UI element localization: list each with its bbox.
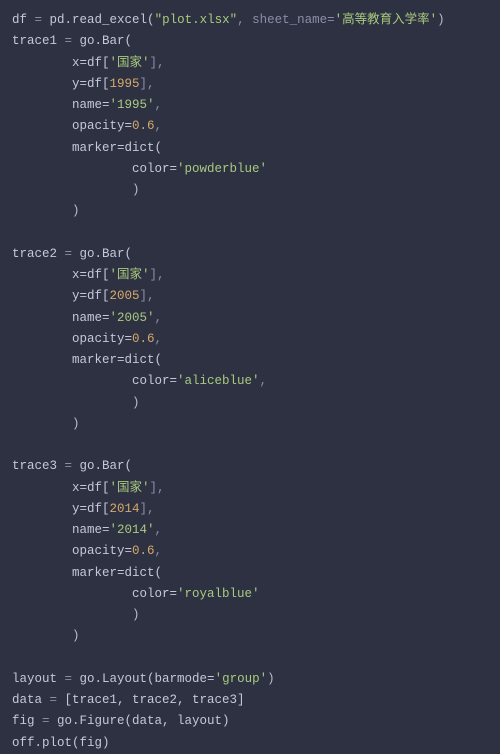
code-line: ) [12, 183, 140, 197]
code-line: ) [12, 608, 140, 622]
code-line: y=df[2014], [12, 502, 155, 516]
code-line: color='royalblue' [12, 587, 260, 601]
code-block: df = pd.read_excel("plot.xlsx", sheet_na… [12, 10, 488, 754]
code-line: marker=dict( [12, 141, 162, 155]
code-line: ) [12, 396, 140, 410]
code-line: x=df['国家'], [12, 268, 165, 282]
code-line: ) [12, 417, 80, 431]
code-line: x=df['国家'], [12, 56, 165, 70]
code-line: color='powderblue' [12, 162, 267, 176]
code-line: ) [12, 204, 80, 218]
code-line: y=df[1995], [12, 77, 155, 91]
code-line: x=df['国家'], [12, 481, 165, 495]
code-line: fig = go.Figure(data, layout) [12, 714, 230, 728]
code-line: marker=dict( [12, 353, 162, 367]
code-line: name='2014', [12, 523, 162, 537]
code-line: df = pd.read_excel("plot.xlsx", sheet_na… [12, 13, 445, 27]
code-line: y=df[2005], [12, 289, 155, 303]
code-line: data = [trace1, trace2, trace3] [12, 693, 245, 707]
code-line: opacity=0.6, [12, 332, 162, 346]
code-line: ) [12, 629, 80, 643]
code-line: color='aliceblue', [12, 374, 267, 388]
code-line: trace2 = go.Bar( [12, 247, 132, 261]
code-line: layout = go.Layout(barmode='group') [12, 672, 275, 686]
code-line: trace3 = go.Bar( [12, 459, 132, 473]
code-line: opacity=0.6, [12, 119, 162, 133]
code-line: opacity=0.6, [12, 544, 162, 558]
code-line: name='1995', [12, 98, 162, 112]
code-line: name='2005', [12, 311, 162, 325]
code-line: marker=dict( [12, 566, 162, 580]
code-line: off.plot(fig) [12, 736, 110, 750]
code-line: trace1 = go.Bar( [12, 34, 132, 48]
